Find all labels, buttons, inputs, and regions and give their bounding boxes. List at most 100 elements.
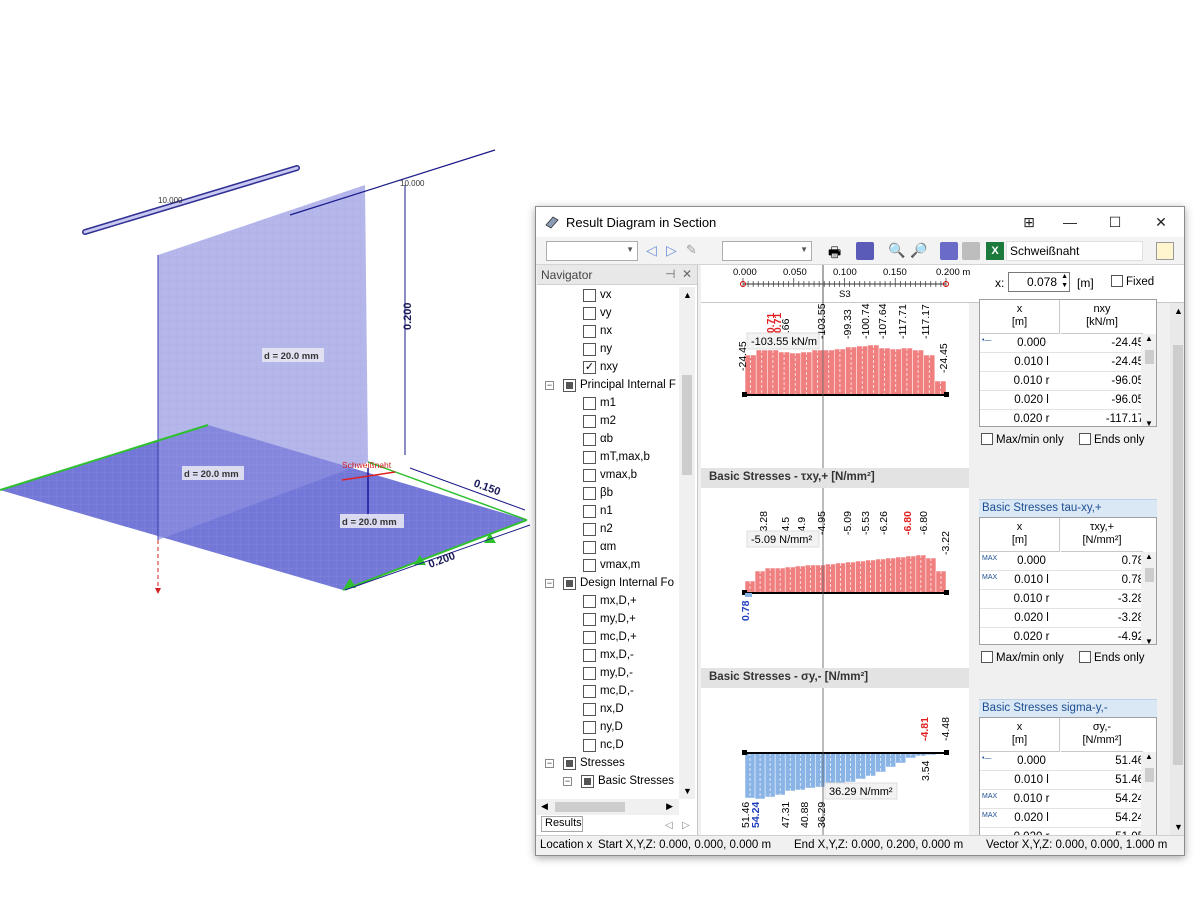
results-table[interactable]: x [m] σy,- [N/mm²] •— 0.000 51.46 0.010 l 51.46 M… bbox=[979, 717, 1157, 837]
x-unit: [m] bbox=[1077, 276, 1094, 290]
tree-checkbox[interactable] bbox=[583, 451, 596, 464]
table-vscroll[interactable]: ▲▼ bbox=[1141, 552, 1156, 644]
model-3d-view[interactable]: d = 20.0 mm d = 20.0 mm d = 20.0 mm Schw… bbox=[0, 0, 535, 620]
tree-checkbox[interactable] bbox=[583, 649, 596, 662]
ends-only-checkbox[interactable]: Ends only bbox=[1079, 651, 1145, 664]
cell-value: 0.78 bbox=[1121, 555, 1144, 567]
tables-panel: x [m] nxy [kN/m] •— 0.000 -24.45 0.010 l -24.45 0… bbox=[969, 299, 1184, 837]
close-navigator-icon[interactable]: ✕ bbox=[682, 267, 692, 281]
tree-checkbox[interactable] bbox=[563, 757, 576, 770]
tables-vscroll[interactable]: ▲ ▼ bbox=[1170, 303, 1184, 835]
pin-icon[interactable]: ⊣ bbox=[665, 267, 675, 281]
table-row[interactable]: 0.010 l 51.46 bbox=[980, 771, 1156, 790]
tree-checkbox[interactable] bbox=[583, 505, 596, 518]
tree-checkbox[interactable] bbox=[583, 685, 596, 698]
tree-checkbox[interactable] bbox=[583, 325, 596, 338]
tree-checkbox[interactable] bbox=[583, 307, 596, 320]
tree-checkbox[interactable] bbox=[583, 397, 596, 410]
collapse-icon[interactable]: − bbox=[545, 579, 554, 588]
result-diagrams[interactable]: -24.4520.7120.712.66 -103.55 -99.33 -100.74… bbox=[701, 303, 969, 835]
snap-layout-button[interactable]: ⊞ bbox=[1012, 211, 1046, 233]
tree-checkbox[interactable] bbox=[583, 595, 596, 608]
minimize-button[interactable]: — bbox=[1053, 211, 1087, 233]
table-toggle-icon[interactable] bbox=[1156, 242, 1174, 260]
next-icon[interactable]: ▷ bbox=[666, 242, 684, 260]
table-row[interactable]: MAX 0.000 0.78 bbox=[980, 552, 1156, 571]
table-row[interactable]: MAX 0.010 l 0.78 bbox=[980, 571, 1156, 590]
table-row[interactable]: 0.010 l -24.45 bbox=[980, 353, 1156, 372]
results-table[interactable]: x [m] nxy [kN/m] •— 0.000 -24.45 0.010 l -24.45 0… bbox=[979, 299, 1157, 427]
table-row[interactable]: MAX 0.010 r 54.24 bbox=[980, 790, 1156, 809]
section-edit-icon[interactable] bbox=[940, 242, 958, 260]
cell-value: -117.17 bbox=[1105, 413, 1144, 425]
table-row[interactable]: 0.020 r -4.92 bbox=[980, 628, 1156, 644]
x-input[interactable]: 0.078 ▲ ▼ bbox=[1008, 272, 1070, 292]
ends-only-checkbox[interactable]: Ends only bbox=[1079, 433, 1145, 446]
tree-checkbox[interactable] bbox=[563, 379, 576, 392]
collapse-icon[interactable]: − bbox=[545, 759, 554, 768]
tree-checkbox[interactable] bbox=[583, 739, 596, 752]
dim-depth-label: 0.150 bbox=[472, 478, 502, 499]
maxmin-only-checkbox[interactable]: Max/min only bbox=[981, 433, 1064, 446]
collapse-icon[interactable]: − bbox=[545, 381, 554, 390]
print-icon[interactable]: 🖶 bbox=[828, 242, 846, 260]
table-header-value: σy,- [N/mm²] bbox=[1061, 718, 1143, 752]
table-row[interactable]: 0.020 r -117.17 bbox=[980, 410, 1156, 426]
collapse-icon[interactable]: − bbox=[563, 777, 572, 786]
tree-checkbox[interactable] bbox=[583, 559, 596, 572]
tree-checkbox[interactable] bbox=[581, 775, 594, 788]
fixed-checkbox[interactable]: Fixed bbox=[1111, 275, 1154, 288]
tree-checkbox[interactable] bbox=[583, 487, 596, 500]
tree-checkbox[interactable] bbox=[583, 613, 596, 626]
section-combo[interactable]: Schweißnaht bbox=[1006, 241, 1143, 261]
tree-checkbox[interactable] bbox=[583, 469, 596, 482]
table-vscroll[interactable]: ▲▼ bbox=[1141, 752, 1156, 836]
maxmin-only-checkbox[interactable]: Max/min only bbox=[981, 651, 1064, 664]
tab-prev-icon[interactable]: ◁ bbox=[665, 820, 673, 831]
zoom-in-icon[interactable]: 🔍 bbox=[888, 242, 906, 260]
tree-checkbox[interactable] bbox=[583, 343, 596, 356]
window-titlebar[interactable]: Result Diagram in Section ⊞ — ☐ ✕ bbox=[536, 207, 1184, 237]
table-row[interactable]: 0.020 l -96.05 bbox=[980, 391, 1156, 410]
table-row[interactable]: 0.020 l -3.28 bbox=[980, 609, 1156, 628]
navigator-vscroll[interactable]: ▲ ▼ bbox=[679, 287, 695, 799]
tree-checkbox[interactable] bbox=[583, 289, 596, 302]
tree-checkbox[interactable] bbox=[583, 631, 596, 644]
tree-checkbox[interactable]: ✓ bbox=[583, 361, 596, 374]
result-combo[interactable]: ▼ bbox=[722, 241, 812, 261]
diagram-area[interactable]: -24.45 20.71 20.71 2.66 -103.55 -99.33 -100.74… bbox=[701, 303, 969, 835]
x-spinner[interactable]: ▲ ▼ bbox=[1061, 272, 1068, 290]
loadcase-combo[interactable]: ▼ bbox=[546, 241, 638, 261]
maximize-button[interactable]: ☐ bbox=[1098, 211, 1132, 233]
results-tab[interactable]: Results bbox=[541, 816, 583, 832]
tree-checkbox[interactable] bbox=[563, 577, 576, 590]
cell-value: 54.24 bbox=[1115, 793, 1144, 805]
tree-checkbox[interactable] bbox=[583, 703, 596, 716]
pointer-icon[interactable]: ✎ bbox=[686, 242, 704, 260]
table-vscroll[interactable]: ▲▼ bbox=[1141, 334, 1156, 426]
excel-export-icon[interactable]: X bbox=[986, 242, 1004, 260]
table-row[interactable]: •— 0.000 51.46 bbox=[980, 752, 1156, 771]
table-row[interactable]: 0.010 r -96.05 bbox=[980, 372, 1156, 391]
results-table[interactable]: x [m] τxy,+ [N/mm²] MAX 0.000 0.78 MAX 0.010 l 0.… bbox=[979, 517, 1157, 645]
tree-checkbox[interactable] bbox=[583, 541, 596, 554]
tree-checkbox[interactable] bbox=[583, 523, 596, 536]
previous-icon[interactable]: ◁ bbox=[646, 242, 664, 260]
tree-checkbox[interactable] bbox=[583, 415, 596, 428]
display-settings-icon[interactable] bbox=[856, 242, 874, 260]
zoom-out-icon[interactable]: 🔎 bbox=[910, 242, 928, 260]
tree-checkbox[interactable] bbox=[583, 433, 596, 446]
navigator-hscroll[interactable]: ◀ ▶ bbox=[537, 799, 679, 815]
tree-checkbox[interactable] bbox=[583, 721, 596, 734]
tab-next-icon[interactable]: ▷ bbox=[682, 820, 690, 831]
close-button[interactable]: ✕ bbox=[1144, 211, 1178, 233]
table-row[interactable]: MAX 0.020 l 54.24 bbox=[980, 809, 1156, 828]
save-icon[interactable] bbox=[962, 242, 980, 260]
tree-item-label: vmax,b bbox=[600, 469, 638, 481]
cell-x: 0.010 l bbox=[1014, 574, 1049, 586]
dim-height-label: 0.200 bbox=[402, 302, 414, 330]
tree-checkbox[interactable] bbox=[583, 667, 596, 680]
table-row[interactable]: •— 0.000 -24.45 bbox=[980, 334, 1156, 353]
table-row[interactable]: 0.010 r -3.28 bbox=[980, 590, 1156, 609]
cell-value: 54.24 bbox=[1115, 812, 1144, 824]
